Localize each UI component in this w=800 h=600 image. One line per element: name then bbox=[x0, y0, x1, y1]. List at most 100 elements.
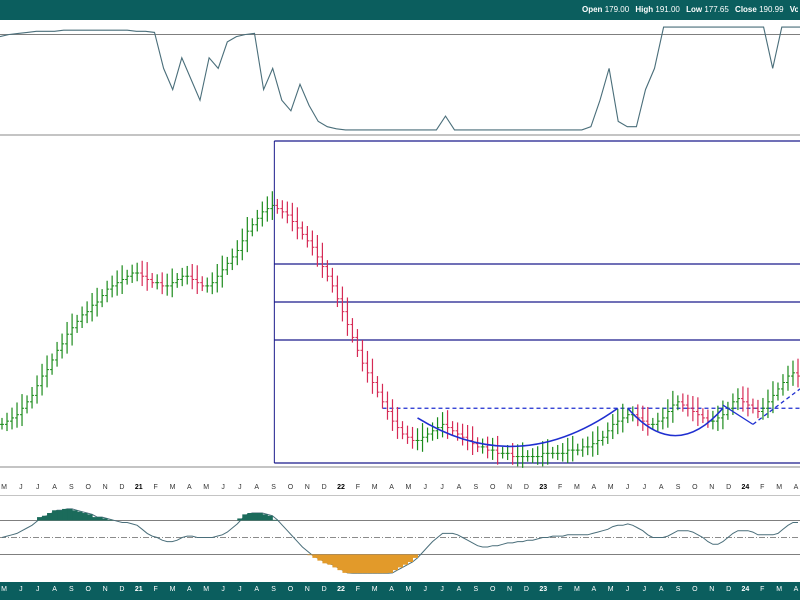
middle-axis-month-label: M bbox=[1, 484, 7, 491]
bottom-axis-month-label: D bbox=[321, 586, 327, 593]
bottom-axis-month-label: 23 bbox=[539, 586, 548, 593]
bottom-axis-month-label: J bbox=[238, 586, 242, 593]
middle-axis-month-label: A bbox=[187, 484, 192, 491]
bottom-axis-month-label: N bbox=[709, 586, 715, 593]
overbought-fill bbox=[47, 513, 53, 521]
bottom-axis-month-label: J bbox=[440, 586, 444, 593]
bottom-axis-month-label: D bbox=[119, 586, 125, 593]
high-label: High bbox=[635, 5, 654, 14]
bottom-axis-month-label: F bbox=[557, 586, 563, 593]
middle-axis-month-label: N bbox=[102, 484, 108, 491]
bottom-axis-month-label: O bbox=[692, 586, 698, 593]
middle-axis-month-label: D bbox=[523, 484, 529, 491]
middle-axis-month-label: S bbox=[675, 484, 681, 491]
open-value: 179.00 bbox=[604, 5, 630, 14]
middle-axis-month-label: S bbox=[271, 484, 276, 491]
middle-axis-month-label: J bbox=[19, 484, 23, 491]
open-label: Open bbox=[582, 5, 603, 14]
overbought-fill bbox=[42, 515, 48, 521]
overbought-fill bbox=[242, 514, 248, 521]
middle-axis-month-label: D bbox=[321, 484, 327, 491]
bottom-axis-month-label: A bbox=[52, 586, 57, 593]
overbought-fill bbox=[57, 510, 63, 521]
oversold-fill bbox=[402, 554, 409, 565]
middle-axis-month-label: D bbox=[726, 484, 732, 491]
oversold-fill bbox=[327, 554, 333, 565]
middle-axis-month-label: J bbox=[625, 484, 630, 491]
bottom-axis-month-label: S bbox=[69, 586, 74, 593]
overbought-fill bbox=[52, 510, 58, 521]
middle-axis-month-label: A bbox=[591, 484, 597, 491]
oversold-fill bbox=[317, 554, 323, 561]
middle-axis-month-label: M bbox=[169, 484, 176, 491]
oversold-fill bbox=[377, 554, 383, 574]
bottom-axis-month-label: M bbox=[203, 586, 210, 593]
bottom-axis-month-label: S bbox=[675, 586, 681, 593]
high-value: 191.00 bbox=[655, 5, 680, 14]
middle-axis-month-label: 24 bbox=[741, 484, 750, 491]
middle-axis-month-label: O bbox=[85, 484, 91, 491]
middle-axis-month-label: J bbox=[35, 484, 40, 491]
middle-axis-month-label: 22 bbox=[337, 484, 345, 491]
middle-axis-month-label: F bbox=[355, 484, 360, 491]
middle-axis-month-label: M bbox=[574, 484, 580, 491]
bottom-axis-month-label: O bbox=[489, 586, 496, 593]
middle-axis-month-label: O bbox=[287, 484, 294, 491]
bottom-axis-month-label: M bbox=[405, 586, 412, 593]
middle-axis-month-label: M bbox=[405, 484, 412, 491]
bottom-axis-month-label: S bbox=[473, 586, 479, 593]
oversold-fill bbox=[307, 554, 313, 556]
middle-axis-month-label: O bbox=[692, 484, 698, 491]
bottom-axis-month-label: A bbox=[658, 586, 664, 593]
overbought-fill bbox=[247, 513, 253, 521]
bottom-axis-month-label: J bbox=[423, 586, 428, 593]
oversold-fill bbox=[382, 554, 388, 574]
overbought-fill bbox=[237, 518, 243, 521]
middle-axis-month-label: J bbox=[423, 484, 428, 491]
overbought-fill bbox=[102, 518, 108, 521]
middle-axis-month-label: O bbox=[489, 484, 496, 491]
bottom-axis-month-label: F bbox=[153, 586, 158, 593]
bottom-axis-month-label: F bbox=[355, 586, 360, 593]
oversold-fill bbox=[337, 554, 343, 571]
oversold-fill bbox=[352, 554, 358, 574]
middle-axis-month-label: J bbox=[440, 484, 444, 491]
oversold-fill bbox=[342, 554, 348, 573]
handle-pattern-arc bbox=[627, 407, 724, 437]
bottom-axis-month-label: D bbox=[523, 586, 529, 593]
overbought-fill bbox=[67, 508, 73, 521]
chart-area[interactable] bbox=[0, 20, 800, 582]
bottom-axis-month-label: A bbox=[389, 586, 394, 593]
top-oscillator-line bbox=[0, 26, 800, 131]
overbought-fill bbox=[62, 508, 68, 521]
close-label: Close bbox=[735, 5, 757, 14]
bottom-axis-month-label: N bbox=[507, 586, 513, 593]
bottom-axis-month-label: N bbox=[304, 586, 310, 593]
middle-axis-month-label: F bbox=[557, 484, 563, 491]
bottom-axis-month-label: 22 bbox=[337, 586, 345, 593]
overbought-fill bbox=[72, 510, 78, 521]
bottom-axis-month-label: M bbox=[776, 586, 783, 593]
oversold-fill bbox=[387, 554, 393, 573]
middle-axis-month-label: S bbox=[473, 484, 479, 491]
overbought-fill bbox=[252, 513, 258, 521]
time-axis-bottom: M J J A S O N D 21 F M A M J J A S O N D 22 F M A M J J A S O N D 23 F M A M… bbox=[0, 582, 800, 600]
middle-axis-month-label: S bbox=[69, 484, 74, 491]
overbought-fill bbox=[107, 519, 113, 521]
overbought-fill bbox=[77, 511, 83, 521]
oversold-fill bbox=[407, 554, 414, 562]
bottom-axis-month-label: A bbox=[254, 586, 260, 593]
middle-axis-month-label: F bbox=[153, 484, 158, 491]
middle-axis-month-label: A bbox=[254, 484, 260, 491]
middle-axis-month-label: D bbox=[119, 484, 125, 491]
bottom-axis-month-label: M bbox=[169, 586, 176, 593]
bottom-axis-month-label: D bbox=[726, 586, 732, 593]
middle-axis-month-label: A bbox=[389, 484, 394, 491]
middle-axis-month-label: J bbox=[238, 484, 242, 491]
oversold-fill bbox=[322, 554, 328, 564]
low-label: Low bbox=[686, 5, 703, 14]
bottom-axis-month-label: O bbox=[85, 586, 91, 593]
oversold-fill bbox=[312, 554, 318, 558]
oversold-fill bbox=[397, 554, 404, 568]
middle-axis-month-label: M bbox=[371, 484, 378, 491]
